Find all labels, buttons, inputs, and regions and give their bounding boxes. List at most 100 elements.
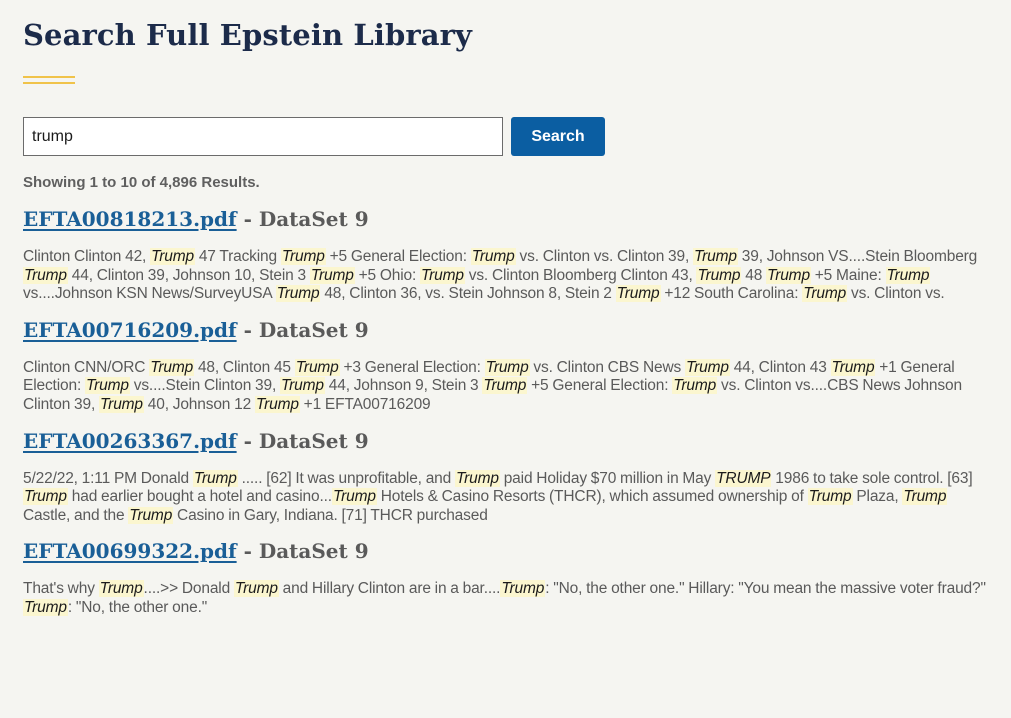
result-file-link[interactable]: EFTA00818213.pdf [23, 207, 237, 231]
result-dataset: DataSet 9 [258, 428, 369, 453]
snippet-text: 48 [741, 266, 767, 284]
search-term-highlight: Trump [309, 266, 355, 284]
search-term-highlight: Trump [294, 358, 340, 376]
snippet-text: +5 General Election: [325, 248, 471, 265]
search-term-highlight: Trump [192, 469, 238, 487]
search-input[interactable] [23, 117, 503, 156]
search-term-highlight: Trump [830, 358, 876, 376]
snippet-text: +12 South Carolina: [660, 285, 803, 303]
search-term-highlight: Trump [802, 285, 848, 303]
result-heading: EFTA00263367.pdf - DataSet 9 [23, 426, 988, 456]
result-heading: EFTA00818213.pdf - DataSet 9 [23, 204, 988, 234]
snippet-text: +1 EFTA00716209 [299, 395, 431, 413]
snippet-text: +5 General Election: [527, 377, 673, 395]
search-term-highlight: Trump [23, 598, 68, 616]
result-file-link[interactable]: EFTA00699322.pdf [23, 539, 237, 563]
snippet-text: 44, Clinton 43 [729, 358, 831, 376]
search-bar: Search [23, 117, 988, 156]
search-term-highlight: Trump [254, 395, 300, 413]
result-snippet: Clinton CNN/ORC Trump 48, Clinton 45 Tru… [23, 358, 988, 415]
search-term-highlight: Trump [684, 358, 730, 376]
snippet-text: Plaza, [852, 488, 903, 506]
snippet-text: paid Holiday $70 million in May [499, 469, 716, 487]
search-term-highlight: Trump [233, 580, 279, 598]
snippet-text: vs....Johnson KSN News/SurveyUSA [23, 285, 276, 303]
result-heading: EFTA00716209.pdf - DataSet 9 [23, 315, 988, 345]
result-snippet: 5/22/22, 1:11 PM Donald Trump ..... [62]… [23, 469, 988, 526]
result-snippet: Clinton Clinton 42, Trump 47 Tracking Tr… [23, 248, 988, 304]
search-term-highlight: Trump [23, 266, 68, 284]
results-list: EFTA00818213.pdf - DataSet 9 Clinton Cli… [23, 204, 988, 618]
search-term-highlight: Trump [615, 285, 661, 303]
result-dataset: DataSet 9 [258, 317, 369, 342]
snippet-text: 1986 to take sole control. [63] [771, 469, 973, 487]
result-dataset: DataSet 9 [258, 539, 369, 564]
result-heading: EFTA00699322.pdf - DataSet 9 [23, 536, 988, 566]
snippet-text: 40, Johnson 12 [143, 395, 255, 413]
snippet-text: Clinton Clinton 42, [23, 248, 151, 265]
search-term-highlight: Trump [149, 358, 195, 376]
search-term-highlight: Trump [454, 469, 500, 487]
result-separator: - [236, 317, 259, 342]
search-page: Search Full Epstein Library Search Showi… [0, 0, 1011, 618]
snippet-text: 48, Clinton 45 [194, 358, 295, 376]
result-file-link[interactable]: EFTA00716209.pdf [23, 318, 237, 342]
snippet-text: 48, Clinton 36, vs. Stein Johnson 8, Ste… [320, 285, 616, 303]
snippet-text: Clinton CNN/ORC [23, 358, 150, 376]
snippet-text: ..... [62] It was unprofitable, and [237, 469, 455, 487]
result-file-link[interactable]: EFTA00263367.pdf [23, 429, 237, 453]
search-term-highlight: Trump [128, 506, 174, 524]
snippet-text: That's why [23, 580, 99, 598]
search-term-highlight: Trump [419, 266, 465, 284]
snippet-text: : "No, the other one." Hillary: "You mea… [545, 580, 986, 598]
search-term-highlight: Trump [84, 377, 130, 395]
snippet-text: vs....Stein Clinton 39, [129, 377, 280, 395]
search-term-highlight: Trump [693, 248, 738, 265]
search-term-highlight: TRUMP [715, 469, 772, 487]
search-term-highlight: Trump [470, 248, 516, 265]
result-item: EFTA00818213.pdf - DataSet 9 Clinton Cli… [23, 204, 988, 304]
search-term-highlight: Trump [500, 580, 546, 598]
search-term-highlight: Trump [275, 285, 321, 303]
search-term-highlight: Trump [902, 488, 948, 506]
search-term-highlight: Trump [807, 488, 853, 506]
search-term-highlight: Trump [766, 266, 811, 284]
result-snippet: That's why Trump....>> Donald Trump and … [23, 580, 988, 617]
search-term-highlight: Trump [23, 488, 68, 506]
snippet-text: 5/22/22, 1:11 PM Donald [23, 469, 193, 487]
search-term-highlight: Trump [150, 248, 195, 265]
snippet-text: 44, Clinton 39, Johnson 10, Stein 3 [67, 266, 310, 284]
snippet-text: vs. Clinton CBS News [529, 358, 685, 376]
result-item: EFTA00716209.pdf - DataSet 9 Clinton CNN… [23, 315, 988, 415]
result-dataset: DataSet 9 [258, 207, 369, 231]
snippet-text: had earlier bought a hotel and casino... [67, 488, 332, 506]
search-term-highlight: Trump [482, 377, 528, 395]
snippet-text: Casino in Gary, Indiana. [71] THCR purch… [173, 506, 488, 524]
result-item: EFTA00263367.pdf - DataSet 9 5/22/22, 1:… [23, 426, 988, 526]
snippet-text: vs. Clinton Bloomberg Clinton 43, [464, 266, 697, 284]
snippet-text: Hotels & Casino Resorts (THCR), which as… [376, 488, 808, 506]
search-term-highlight: Trump [280, 248, 326, 265]
search-term-highlight: Trump [99, 395, 144, 413]
snippet-text: +3 General Election: [339, 358, 485, 376]
snippet-text: ....>> Donald [143, 580, 234, 598]
search-term-highlight: Trump [696, 266, 742, 284]
page-title: Search Full Epstein Library [23, 18, 472, 52]
search-term-highlight: Trump [98, 580, 144, 598]
results-summary: Showing 1 to 10 of 4,896 Results. [23, 174, 260, 191]
result-item: EFTA00699322.pdf - DataSet 9 That's why … [23, 536, 988, 617]
search-term-highlight: Trump [331, 488, 377, 506]
snippet-text: +5 Maine: [810, 266, 886, 284]
snippet-text: Castle, and the [23, 506, 129, 524]
snippet-text: vs. Clinton vs. [847, 285, 945, 303]
search-term-highlight: Trump [672, 377, 718, 395]
snippet-text: : "No, the other one." [67, 598, 208, 616]
search-term-highlight: Trump [885, 266, 931, 284]
snippet-text: 44, Johnson 9, Stein 3 [324, 377, 483, 395]
search-button[interactable]: Search [511, 117, 605, 156]
snippet-text: and Hillary Clinton are in a bar.... [278, 580, 501, 598]
result-separator: - [236, 428, 259, 453]
title-accent-rule [23, 76, 75, 84]
snippet-text: +5 Ohio: [354, 266, 420, 284]
snippet-text: 39, Johnson VS....Stein Bloomberg [737, 248, 978, 265]
